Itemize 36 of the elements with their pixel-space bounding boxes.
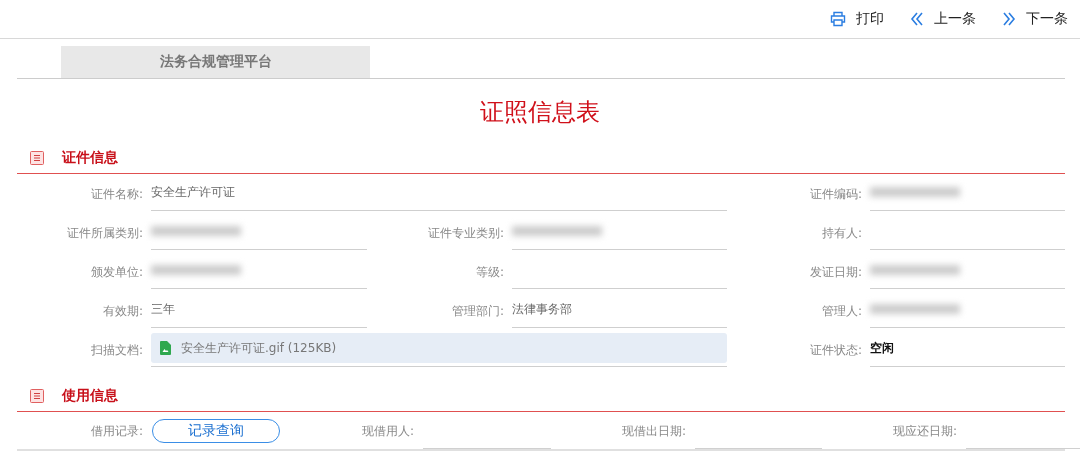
double-chevron-left-icon bbox=[910, 12, 924, 26]
field-label: 证件状态: bbox=[808, 341, 862, 359]
double-chevron-right-icon bbox=[1002, 12, 1016, 26]
field-label: 证件名称: bbox=[89, 185, 143, 203]
field-label: 扫描文档: bbox=[89, 341, 143, 359]
previous-button[interactable]: 上一条 bbox=[910, 10, 976, 28]
field-label: 发证日期: bbox=[808, 263, 862, 281]
printer-icon bbox=[830, 11, 846, 27]
section-title: 证件信息 bbox=[62, 149, 118, 167]
image-file-icon bbox=[160, 341, 171, 355]
field-label: 证件所属类别: bbox=[65, 224, 143, 242]
list-icon bbox=[30, 151, 44, 165]
field-label: 管理部门: bbox=[450, 302, 504, 320]
platform-tab[interactable]: 法务合规管理平台 bbox=[61, 46, 370, 78]
field-value: 三年 bbox=[151, 300, 175, 318]
field-label: 管理人: bbox=[820, 302, 862, 320]
field-label: 有效期: bbox=[101, 302, 143, 320]
field-label: 现应还日期: bbox=[891, 422, 957, 440]
list-icon bbox=[30, 389, 44, 403]
print-button[interactable]: 打印 bbox=[830, 10, 884, 28]
form-title: 证照信息表 bbox=[479, 97, 601, 128]
attachment-chip[interactable]: 安全生产许可证.gif (125KB) bbox=[151, 333, 727, 363]
field-label: 现借用人: bbox=[360, 422, 414, 440]
field-label: 等级: bbox=[474, 263, 504, 281]
field-label: 证件专业类别: bbox=[426, 224, 504, 242]
field-label: 现借出日期: bbox=[620, 422, 686, 440]
next-button[interactable]: 下一条 bbox=[1002, 10, 1068, 28]
field-label: 颁发单位: bbox=[89, 263, 143, 281]
record-query-button[interactable]: 记录查询 bbox=[152, 418, 280, 443]
field-label: 持有人: bbox=[820, 224, 862, 242]
field-value: 空闲 bbox=[870, 339, 894, 357]
field-label: 证件编码: bbox=[808, 185, 862, 203]
field-value: 安全生产许可证 bbox=[151, 183, 235, 201]
section-title: 使用信息 bbox=[62, 387, 118, 405]
field-value: 法律事务部 bbox=[512, 300, 572, 318]
field-label: 借用记录: bbox=[89, 422, 143, 440]
